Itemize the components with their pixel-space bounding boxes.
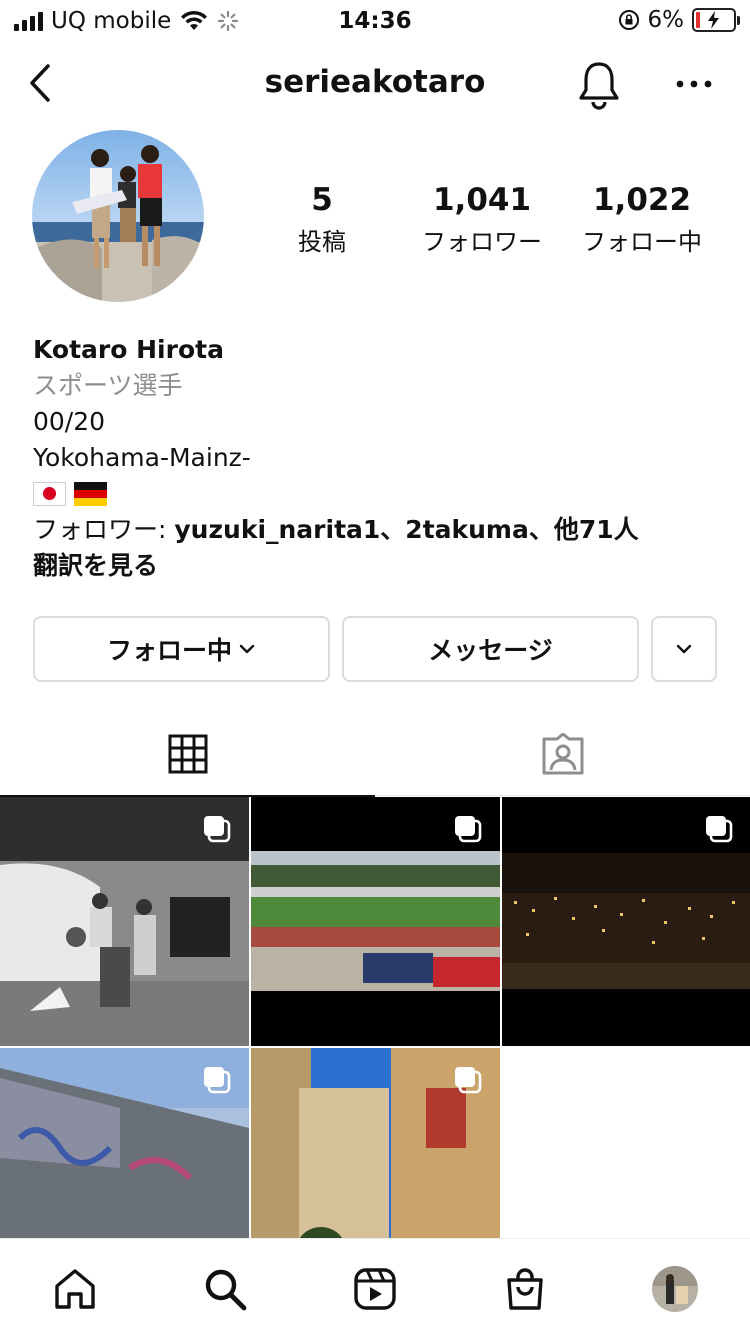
tab-posts-grid[interactable] xyxy=(0,712,375,797)
more-options-icon[interactable] xyxy=(672,64,716,104)
japan-flag-icon xyxy=(33,482,66,506)
bell-icon[interactable] xyxy=(574,58,624,110)
display-name: Kotaro Hirota xyxy=(33,335,224,364)
followers-label: フォロワー xyxy=(422,228,542,256)
bio-line-2: Yokohama-Mainz- xyxy=(33,443,251,472)
followers-count: 1,041 xyxy=(432,182,532,218)
post-thumbnail[interactable] xyxy=(251,797,500,1046)
following-button[interactable]: フォロー中 xyxy=(33,616,330,682)
multiple-posts-icon xyxy=(455,1067,482,1094)
stat-posts[interactable]: 5 投稿 xyxy=(242,182,402,257)
category-label: スポーツ選手 xyxy=(33,371,183,400)
nav-home[interactable] xyxy=(47,1261,103,1317)
nav-shop[interactable] xyxy=(497,1261,553,1317)
tagged-user-icon xyxy=(542,733,583,775)
own-profile-avatar xyxy=(652,1266,698,1312)
stat-following[interactable]: 1,022 フォロー中 xyxy=(562,182,722,257)
grid-icon xyxy=(168,734,207,774)
post-thumbnail[interactable] xyxy=(502,797,750,1046)
bio-flags xyxy=(33,476,733,512)
chevron-down-icon xyxy=(239,644,255,654)
multiple-posts-icon xyxy=(204,816,231,843)
profile-tabs xyxy=(0,712,750,797)
followed-by-prefix: フォロワー: xyxy=(33,515,175,544)
battery-icon xyxy=(692,8,740,32)
stat-followers[interactable]: 1,041 フォロワー xyxy=(402,182,562,257)
home-icon xyxy=(55,1269,95,1309)
following-button-label: フォロー中 xyxy=(106,636,232,665)
nav-search[interactable] xyxy=(197,1261,253,1317)
following-count: 1,022 xyxy=(592,182,692,218)
posts-count: 5 xyxy=(311,182,333,218)
orientation-lock-icon xyxy=(618,10,639,30)
post-thumbnail[interactable] xyxy=(0,797,249,1046)
followed-by-names[interactable]: yuzuki_narita1、2takuma、他71人 xyxy=(174,515,638,544)
multiple-posts-icon xyxy=(706,816,733,843)
shopping-bag-icon xyxy=(507,1268,543,1310)
status-bar: UQ mobile 14:36 6% xyxy=(0,0,750,42)
following-label: フォロー中 xyxy=(582,228,702,256)
suggested-accounts-button[interactable] xyxy=(651,616,717,682)
profile-header: serieakotaro xyxy=(0,50,750,116)
nav-reels[interactable] xyxy=(347,1261,403,1317)
followed-by[interactable]: フォロワー: yuzuki_narita1、2takuma、他71人 xyxy=(33,512,733,548)
profile-bio: Kotaro Hirota スポーツ選手 00/20 Yokohama-Main… xyxy=(33,332,733,584)
multiple-posts-icon xyxy=(204,1067,231,1094)
search-icon xyxy=(205,1269,247,1311)
profile-username: serieakotaro xyxy=(264,64,486,100)
profile-stats: 5 投稿 1,041 フォロワー 1,022 フォロー中 xyxy=(0,182,750,262)
posts-label: 投稿 xyxy=(298,228,346,256)
tab-tagged[interactable] xyxy=(375,712,750,796)
translate-link[interactable]: 翻訳を見る xyxy=(33,548,733,584)
bottom-navigation xyxy=(0,1238,750,1334)
bio-line-1: 00/20 xyxy=(33,407,106,436)
nav-profile[interactable] xyxy=(647,1261,703,1317)
battery-percent: 6% xyxy=(647,7,685,33)
chevron-down-icon xyxy=(676,644,692,654)
message-button[interactable]: メッセージ xyxy=(342,616,639,682)
message-button-label: メッセージ xyxy=(428,636,553,665)
reels-icon xyxy=(354,1268,396,1310)
germany-flag-icon xyxy=(74,482,107,506)
multiple-posts-icon xyxy=(455,816,482,843)
